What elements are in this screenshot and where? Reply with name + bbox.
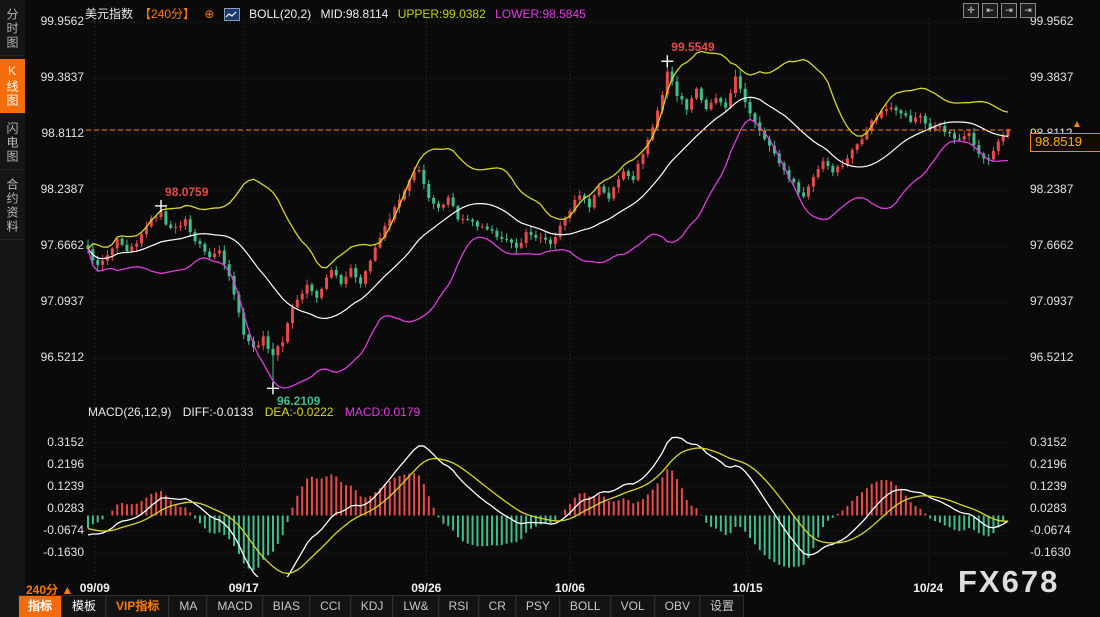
boll-upper-value: UPPER:99.0382 [398,7,486,21]
chart-type-sidebar: 分时图 K线图闪电图合约资料 [0,0,25,617]
price-axis-label-left: 99.9562 [28,14,84,28]
x-axis-date-label: 09/26 [394,581,458,595]
chart-canvas[interactable] [0,0,1100,617]
sidebar-tab-3[interactable]: 闪电图 [0,117,25,170]
toolbar-item-CCI[interactable]: CCI [310,596,351,617]
macd-axis-label-right: 0.2196 [1030,457,1100,471]
chart-header: 美元指数【240分】 ⊕ BOLL(20,2) MID:98.8114 UPPE… [85,5,592,22]
toolbar-item-MA[interactable]: MA [169,596,207,617]
toolbar-item-OBV[interactable]: OBV [655,596,700,617]
x-axis-date-label: 10/06 [538,581,602,595]
macd-title: MACD(26,12,9) [88,405,171,419]
toolbar-item-MACD[interactable]: MACD [207,596,262,617]
macd-axis-label-right: -0.1630 [1030,545,1100,559]
price-axis-label-left: 97.0937 [28,294,84,308]
macd-axis-label-left: 0.3152 [28,435,84,449]
chart-app-window: 分时图 K线图闪电图合约资料 美元指数【240分】 ⊕ BOLL(20,2) MI… [0,0,1100,617]
price-axis-label-left: 99.3837 [28,70,84,84]
macd-axis-label-right: 0.0283 [1030,501,1100,515]
price-axis-label-left: 96.5212 [28,350,84,364]
macd-axis-label-left: -0.1630 [28,545,84,559]
macd-diff-value: DIFF:-0.0133 [183,405,254,419]
toolbar-item-PSY[interactable]: PSY [516,596,560,617]
toolbar-item-CR[interactable]: CR [479,596,516,617]
last-price-badge: 98.8519 [1030,133,1100,152]
sidebar-tab-2[interactable]: K线图 [0,59,25,114]
indicator-chart-icon[interactable] [224,8,240,21]
window-controls: ✛⇤⇥⇥ [963,3,1036,18]
price-axis-label-right: 97.0937 [1030,294,1100,308]
macd-axis-label-left: -0.0674 [28,523,84,537]
toolbar-item-RSI[interactable]: RSI [439,596,479,617]
extreme-price-annotation: 99.5549 [671,40,714,54]
toolbar-item-KDJ[interactable]: KDJ [351,596,394,617]
macd-axis-label-right: 0.3152 [1030,435,1100,449]
price-axis-label-right: 97.6662 [1030,238,1100,252]
scroll-right-icon[interactable]: ⇥ [1001,3,1017,18]
toolbar-item-BIAS[interactable]: BIAS [263,596,310,617]
period-label: 【240分】 [139,7,195,21]
scroll-left-icon[interactable]: ⇤ [982,3,998,18]
extreme-price-annotation: 96.2109 [277,394,320,408]
boll-lower-value: LOWER:98.5845 [495,7,586,21]
price-axis-label-right: 99.9562 [1030,14,1100,28]
toolbar-item-设置[interactable]: 设置 [700,596,744,617]
price-axis-label-right: 96.5212 [1030,350,1100,364]
indicator-toolbar: 指标模板VIP指标MAMACDBIASCCIKDJLW&RSICRPSYBOLL… [18,595,744,617]
toolbar-item-LW&[interactable]: LW& [393,596,438,617]
toolbar-item-模板[interactable]: 模板 [62,596,106,617]
sidebar-tab-4[interactable]: 合约资料 [0,173,25,240]
macd-axis-label-left: 0.0283 [28,501,84,515]
fx678-watermark: FX678 [958,564,1059,600]
toolbar-item-指标[interactable]: 指标 [18,596,62,617]
symbol-name: 美元指数 [85,7,133,21]
macd-axis-label-right: -0.0674 [1030,523,1100,537]
price-axis-label-right: 98.2387 [1030,182,1100,196]
price-up-arrow-icon: ▲ [1072,119,1082,130]
x-axis-date-label: 10/15 [716,581,780,595]
macd-axis-label-left: 0.2196 [28,457,84,471]
macd-axis-label-right: 0.1239 [1030,479,1100,493]
x-axis-date-label: 10/24 [896,581,960,595]
price-axis-label-left: 98.2387 [28,182,84,196]
x-axis-date-label: 09/17 [212,581,276,595]
sidebar-tab-1[interactable]: 分时图 [0,3,25,56]
plus-circle-icon[interactable]: ⊕ [204,7,214,21]
boll-mid-value: MID:98.8114 [321,7,389,21]
shift-right-icon[interactable]: ⇥ [1020,3,1036,18]
macd-axis-label-left: 0.1239 [28,479,84,493]
boll-label: BOLL(20,2) [249,7,311,21]
crosshair-icon[interactable]: ✛ [963,3,979,18]
toolbar-item-VOL[interactable]: VOL [611,596,655,617]
price-axis-label-left: 98.8112 [28,126,84,140]
price-axis-label-left: 97.6662 [28,238,84,252]
extreme-price-annotation: 98.0759 [165,185,208,199]
toolbar-item-BOLL[interactable]: BOLL [560,596,611,617]
macd-header: MACD(26,12,9) DIFF:-0.0133 DEA:-0.0222 M… [88,405,428,419]
macd-macd-value: MACD:0.0179 [345,405,420,419]
price-axis-label-right: 99.3837 [1030,70,1100,84]
toolbar-item-VIP指标[interactable]: VIP指标 [106,596,169,617]
